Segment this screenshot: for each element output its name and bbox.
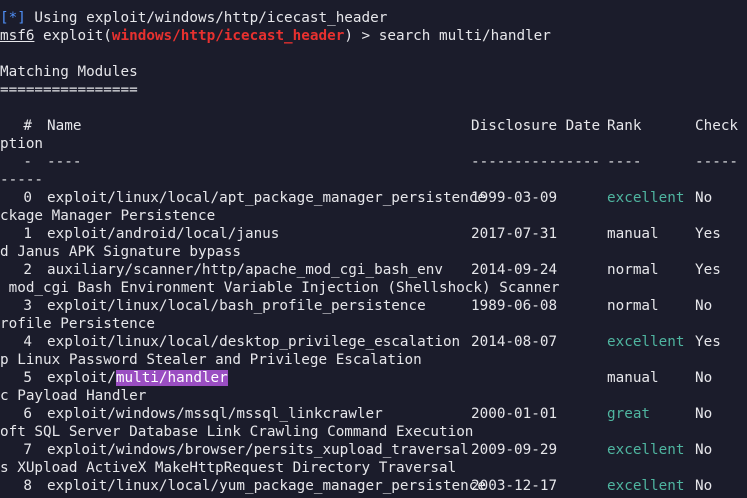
row-check: Yes: [695, 262, 721, 278]
row-rank: normal: [607, 262, 659, 278]
row-check: Yes: [695, 226, 721, 242]
row-num: 2: [23, 262, 32, 278]
row-name[interactable]: exploit/windows/browser/persits_xupload_…: [47, 441, 469, 459]
row-description: d Janus APK Signature bypass: [0, 244, 242, 260]
info-bracket-close: ]: [17, 10, 26, 26]
row-check: No: [695, 190, 713, 206]
prompt-pre: exploit(: [34, 28, 112, 44]
row-date: 1989-06-08: [471, 298, 558, 314]
col-header-rank: Rank: [607, 118, 642, 134]
row-description: mod_cgi Bash Environment Variable Inject…: [0, 280, 560, 296]
row-num: 5: [23, 370, 32, 386]
row-description: ckage Manager Persistence: [0, 208, 216, 224]
row-name-prefix: exploit/: [47, 370, 116, 386]
info-star: *: [8, 10, 18, 26]
prompt-msf: msf6: [0, 28, 35, 44]
row-name[interactable]: exploit/linux/local/bash_profile_persist…: [47, 297, 426, 315]
prompt-post: ) >: [344, 28, 379, 44]
row-rank: manual: [607, 370, 659, 386]
row-rank: excellent: [607, 334, 685, 350]
prompt-module: windows/http/icecast_header: [111, 28, 345, 44]
table-row[interactable]: 8 exploit/linux/local/yum_package_manage…: [0, 477, 747, 495]
row-rank: manual: [607, 226, 659, 242]
row-num: 4: [23, 334, 32, 350]
row-num: 3: [23, 298, 32, 314]
table-row[interactable]: 7 exploit/windows/browser/persits_xuploa…: [0, 441, 747, 459]
row-description: c Payload Handler: [0, 388, 147, 404]
row-description: p Linux Password Stealer and Privilege E…: [0, 352, 422, 368]
table-row[interactable]: 6 exploit/windows/mssql/mssql_linkcrawle…: [0, 405, 747, 423]
table-row[interactable]: 4 exploit/linux/local/desktop_privilege_…: [0, 333, 747, 351]
row-check: No: [695, 298, 713, 314]
row-num: 8: [23, 478, 32, 494]
row-rank: excellent: [607, 478, 685, 494]
row-check: No: [695, 370, 713, 386]
row-rank: normal: [607, 298, 659, 314]
section-heading-rule: ================: [0, 82, 138, 98]
section-heading: Matching Modules: [0, 64, 138, 80]
row-num: 0: [23, 190, 32, 206]
info-line: [*] Using exploit/windows/http/icecast_h…: [0, 9, 747, 27]
row-date: 1999-03-09: [471, 190, 558, 206]
row-check: No: [695, 478, 713, 494]
row-name[interactable]: exploit/linux/local/desktop_privilege_es…: [47, 333, 460, 351]
row-rank: excellent: [607, 190, 685, 206]
row-check: No: [695, 442, 713, 458]
row-date: 2017-07-31: [471, 226, 558, 242]
sep-name: ----: [47, 154, 82, 170]
row-name[interactable]: exploit/linux/local/yum_package_manager_…: [47, 477, 486, 495]
col-header-date: Disclosure Date: [471, 118, 601, 134]
row-name[interactable]: auxiliary/scanner/http/apache_mod_cgi_ba…: [47, 261, 443, 279]
separator-wrap: -----: [0, 172, 44, 188]
row-check: Yes: [695, 334, 721, 350]
sep-check: -----: [695, 154, 739, 170]
prompt-line: msf6 exploit(windows/http/icecast_header…: [0, 27, 747, 45]
column-header-wrap: ption: [0, 136, 44, 152]
row-date: 2003-12-17: [471, 478, 558, 494]
row-date: 2000-01-01: [471, 406, 558, 422]
prompt-command[interactable]: search multi/handler: [379, 28, 551, 44]
sep-rank: ----: [607, 154, 642, 170]
sep-date: ---------------: [471, 154, 601, 170]
info-text: Using exploit/windows/http/icecast_heade…: [25, 10, 388, 26]
table-row[interactable]: 2 auxiliary/scanner/http/apache_mod_cgi_…: [0, 261, 747, 279]
separator-row: - ---- --------------- ---- -----: [0, 153, 747, 171]
row-date: 2014-08-07: [471, 334, 558, 350]
row-check: No: [695, 406, 713, 422]
row-name[interactable]: exploit/multi/handler: [47, 369, 228, 387]
search-match-highlight: multi/handler: [115, 370, 228, 386]
row-name[interactable]: exploit/android/local/janus: [47, 225, 279, 243]
info-bracket-open: [: [0, 10, 9, 26]
row-name[interactable]: exploit/windows/mssql/mssql_linkcrawler: [47, 405, 383, 423]
row-num: 1: [23, 226, 32, 242]
row-num: 7: [23, 442, 32, 458]
sep-num: -: [23, 154, 32, 170]
row-date: 2014-09-24: [471, 262, 558, 278]
table-row[interactable]: 5 exploit/multi/handler manual No: [0, 369, 747, 387]
terminal-window[interactable]: [*] Using exploit/windows/http/icecast_h…: [0, 0, 747, 498]
table-row[interactable]: 3 exploit/linux/local/bash_profile_persi…: [0, 297, 747, 315]
row-description: rofile Persistence: [0, 316, 155, 332]
col-header-name: Name: [47, 118, 82, 134]
row-num: 6: [23, 406, 32, 422]
row-description: s XUpload ActiveX MakeHttpRequest Direct…: [0, 460, 457, 476]
table-row[interactable]: 0 exploit/linux/local/apt_package_manage…: [0, 189, 747, 207]
row-date: 2009-09-29: [471, 442, 558, 458]
col-header-check: Check: [695, 118, 739, 134]
row-description: oft SQL Server Database Link Crawling Co…: [0, 424, 474, 440]
row-rank: excellent: [607, 442, 685, 458]
column-header-row: # Name Disclosure Date Rank Check: [0, 117, 747, 135]
row-name[interactable]: exploit/linux/local/apt_package_manager_…: [47, 189, 486, 207]
row-rank: great: [607, 406, 651, 422]
col-header-num: #: [23, 118, 32, 134]
table-row[interactable]: 1 exploit/android/local/janus 2017-07-31…: [0, 225, 747, 243]
